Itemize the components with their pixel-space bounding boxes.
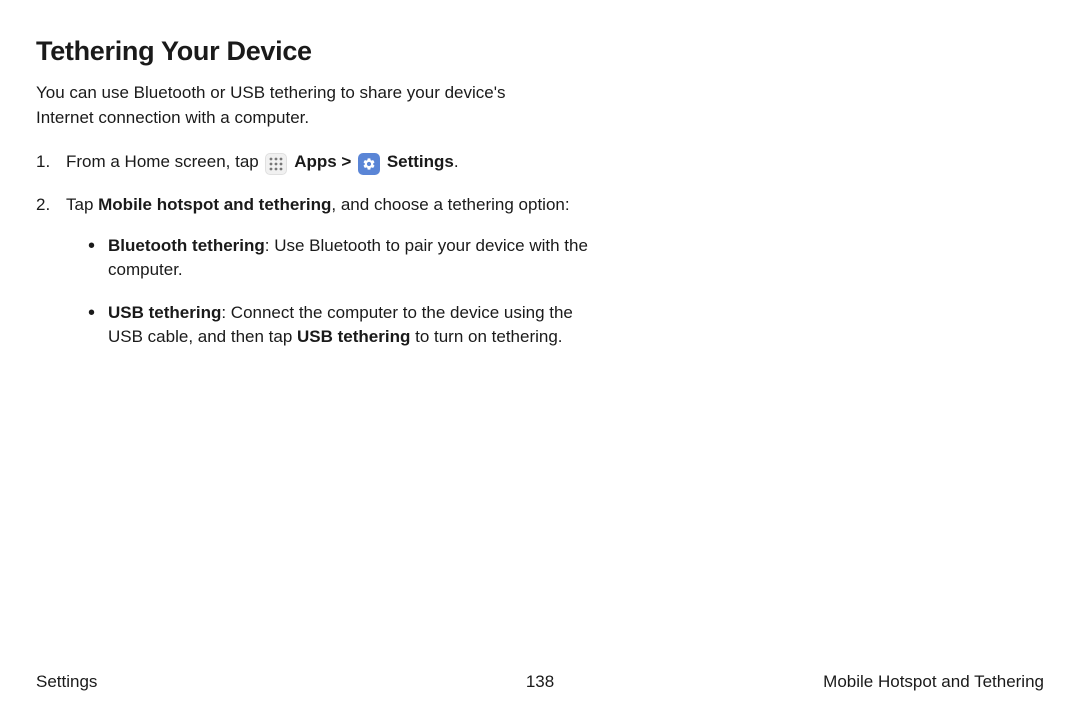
option-bluetooth: Bluetooth tethering: Use Bluetooth to pa…: [88, 234, 596, 283]
option-usb: USB tethering: Connect the computer to t…: [88, 301, 596, 350]
usb-part-2: to turn on tethering.: [410, 327, 562, 346]
page-footer: Settings 138 Mobile Hotspot and Tetherin…: [36, 672, 1044, 692]
separator: >: [337, 152, 356, 171]
page-heading: Tethering Your Device: [36, 36, 1044, 67]
step-2-prefix: Tap: [66, 195, 98, 214]
step-2: Tap Mobile hotspot and tethering, and ch…: [36, 193, 596, 350]
usb-label-1: USB tethering: [108, 303, 221, 322]
footer-right: Mobile Hotspot and Tethering: [823, 672, 1044, 692]
footer-left: Settings: [36, 672, 97, 692]
bluetooth-label: Bluetooth tethering: [108, 236, 265, 255]
settings-label: Settings: [387, 152, 454, 171]
apps-label: Apps: [294, 152, 337, 171]
step-2-rest: , and choose a tethering option:: [331, 195, 569, 214]
apps-icon: [265, 153, 287, 175]
step-1-prefix: From a Home screen, tap: [66, 152, 263, 171]
settings-icon: [358, 153, 380, 175]
intro-paragraph: You can use Bluetooth or USB tethering t…: [36, 81, 566, 130]
tethering-options: Bluetooth tethering: Use Bluetooth to pa…: [66, 234, 596, 351]
usb-label-2: USB tethering: [297, 327, 410, 346]
step-1-suffix: .: [454, 152, 459, 171]
instruction-list: From a Home screen, tap Apps > Settings.…: [36, 150, 596, 350]
step-1: From a Home screen, tap Apps > Settings.: [36, 150, 596, 175]
footer-page-number: 138: [526, 672, 554, 692]
step-2-bold: Mobile hotspot and tethering: [98, 195, 331, 214]
